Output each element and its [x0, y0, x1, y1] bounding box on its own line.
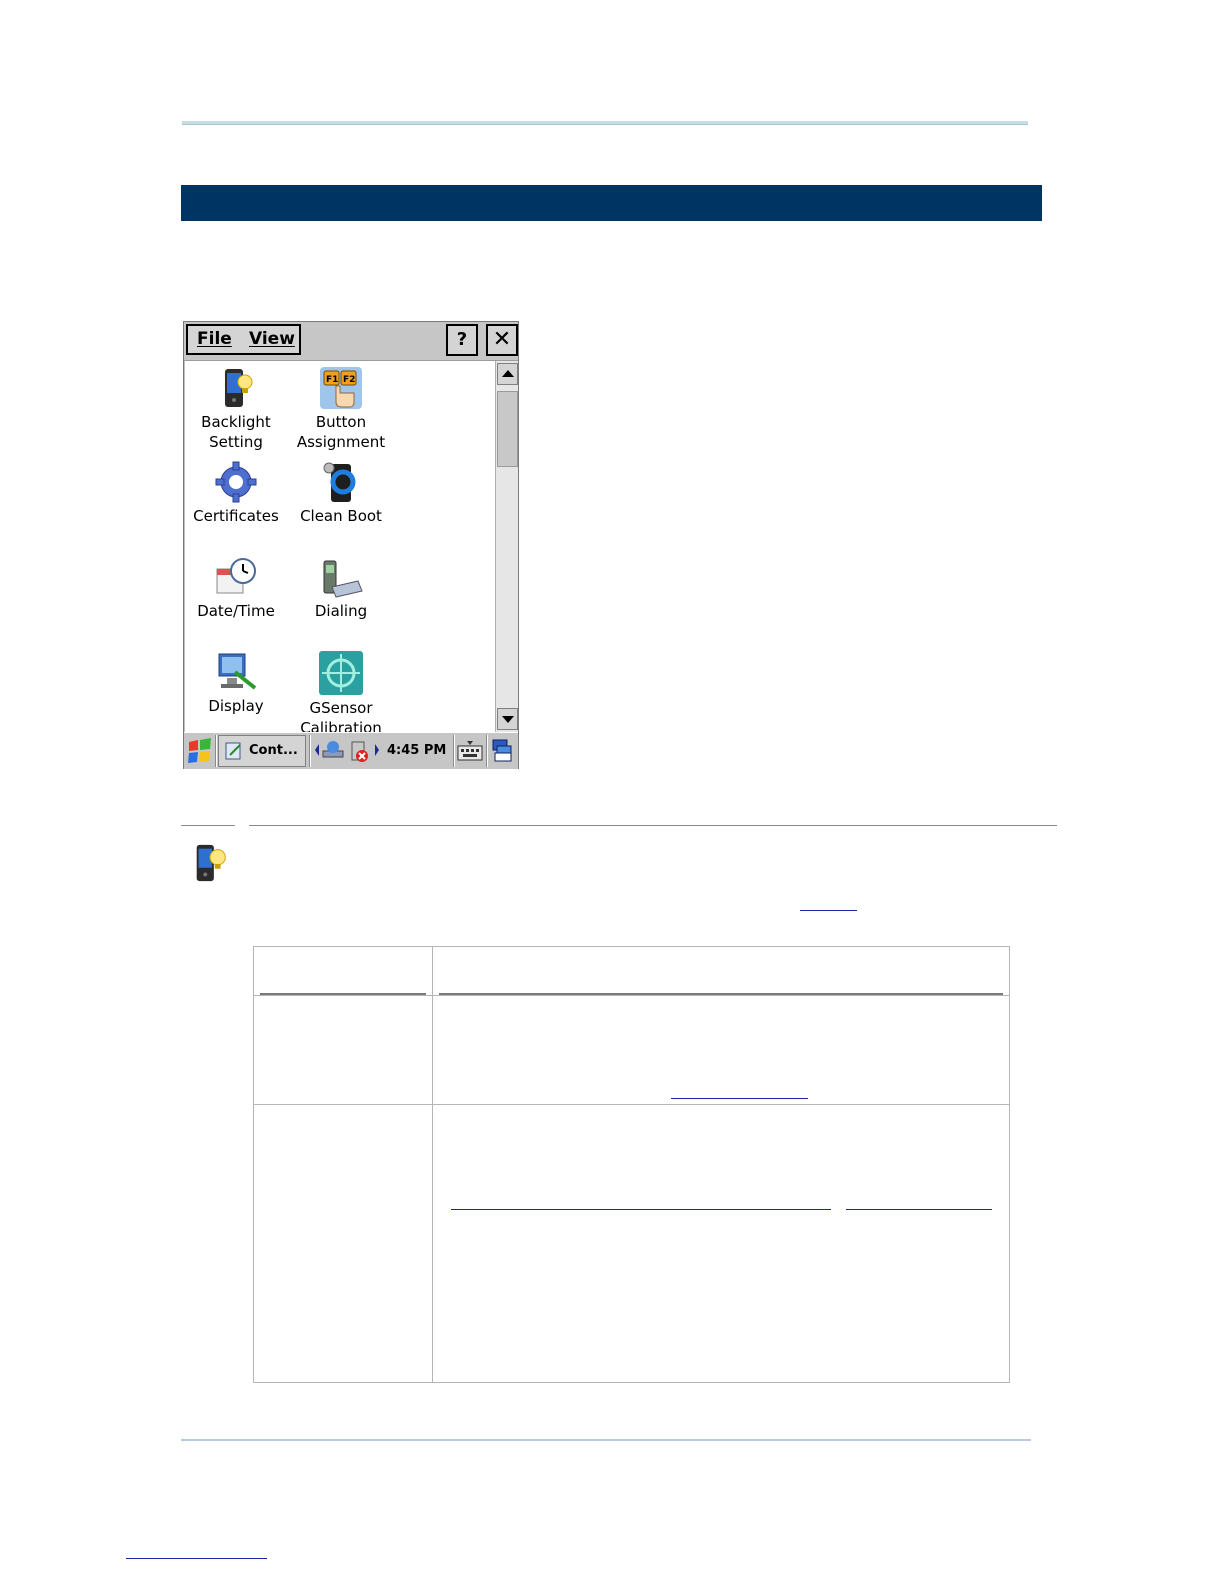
network-connection-icon[interactable] — [321, 739, 347, 763]
item-backlight-setting[interactable]: Backlight Setting — [186, 366, 286, 452]
item-dialing[interactable]: Dialing — [291, 555, 391, 621]
keyboard-icon[interactable] — [457, 740, 483, 762]
table-row-divider — [254, 995, 1009, 996]
item-label: GSensor Calibration — [300, 699, 382, 732]
footer-link-underline[interactable] — [126, 1558, 267, 1559]
display-icon — [218, 653, 257, 690]
control-panel-items: Backlight Setting F1 F2 Button Assignmen… — [185, 361, 495, 732]
menu-group: File View — [186, 324, 301, 355]
taskbar-separator — [486, 735, 488, 767]
svg-text:F2: F2 — [343, 375, 355, 385]
start-windows-flag-icon[interactable] — [186, 736, 214, 766]
item-label: Date/Time — [197, 602, 275, 620]
taskbar-clock[interactable]: 4:45 PM — [387, 743, 446, 758]
item-date-time[interactable]: Date/Time — [186, 555, 286, 621]
control-panel-task-icon — [225, 742, 241, 760]
task-button-label: Cont... — [249, 743, 298, 758]
taskbar-separator — [453, 735, 455, 767]
menu-view[interactable]: View — [249, 329, 295, 349]
item-label: Certificates — [193, 507, 279, 525]
scroll-up-button[interactable] — [497, 363, 518, 385]
settings-table — [253, 946, 1010, 1383]
arrow-down-icon — [502, 716, 514, 723]
item-label: Display — [208, 697, 264, 715]
item-label: Dialing — [314, 602, 368, 620]
section-title-band — [181, 185, 1042, 221]
backlight-icon — [196, 844, 226, 882]
vertical-scrollbar[interactable] — [495, 361, 518, 732]
backlight-icon — [225, 369, 253, 407]
table-row-divider — [254, 1104, 1009, 1105]
item-label: Clean Boot — [300, 507, 382, 525]
menu-bar: File View ? ✕ — [184, 322, 518, 361]
scroll-down-button[interactable] — [497, 708, 518, 730]
note-rule-left — [181, 825, 235, 826]
svg-text:F1: F1 — [326, 375, 338, 385]
item-label: Button Assignment — [296, 413, 386, 451]
table-column-divider — [432, 947, 433, 1382]
item-gsensor-calibration[interactable]: GSensor Calibration — [291, 650, 391, 732]
date-time-icon — [216, 558, 256, 594]
item-clean-boot[interactable]: Clean Boot — [291, 460, 391, 526]
control-panel-window: File View ? ✕ Backlight Setting F1 F2 Bu… — [183, 321, 519, 769]
task-button-control-panel[interactable]: Cont... — [218, 735, 306, 767]
scroll-thumb[interactable] — [497, 391, 518, 467]
menu-file[interactable]: File — [197, 329, 232, 349]
note-link-underline[interactable] — [800, 910, 857, 911]
help-button[interactable]: ? — [446, 324, 478, 356]
item-button-assignment[interactable]: F1 F2 Button Assignment — [291, 366, 391, 452]
item-label: Backlight Setting — [201, 413, 271, 451]
dialing-icon — [323, 560, 363, 598]
footer-rule — [181, 1439, 1031, 1441]
taskbar-separator — [309, 735, 311, 767]
tray-scroll-right-icon[interactable] — [374, 742, 380, 758]
item-certificates[interactable]: Certificates — [186, 460, 286, 526]
battery-warning-icon[interactable] — [349, 738, 371, 764]
close-button[interactable]: ✕ — [486, 324, 518, 356]
table-link-underline[interactable] — [671, 1098, 808, 1099]
clean-boot-icon — [323, 462, 356, 502]
button-assignment-icon: F1 F2 — [320, 367, 362, 409]
show-desktop-windows-icon[interactable] — [491, 738, 515, 764]
arrow-up-icon — [502, 370, 514, 377]
taskbar-separator — [215, 735, 217, 767]
tray-scroll-left-icon[interactable] — [314, 742, 320, 758]
table-link-underline[interactable] — [451, 1209, 831, 1210]
certificates-gear-icon — [215, 461, 257, 503]
taskbar: Cont... 4:45 PM — [184, 732, 518, 769]
header-rule — [182, 121, 1028, 125]
table-link-underline[interactable] — [846, 1209, 992, 1210]
item-display[interactable]: Display — [186, 650, 286, 716]
note-rule-right — [249, 825, 1057, 826]
gsensor-icon — [319, 651, 363, 695]
